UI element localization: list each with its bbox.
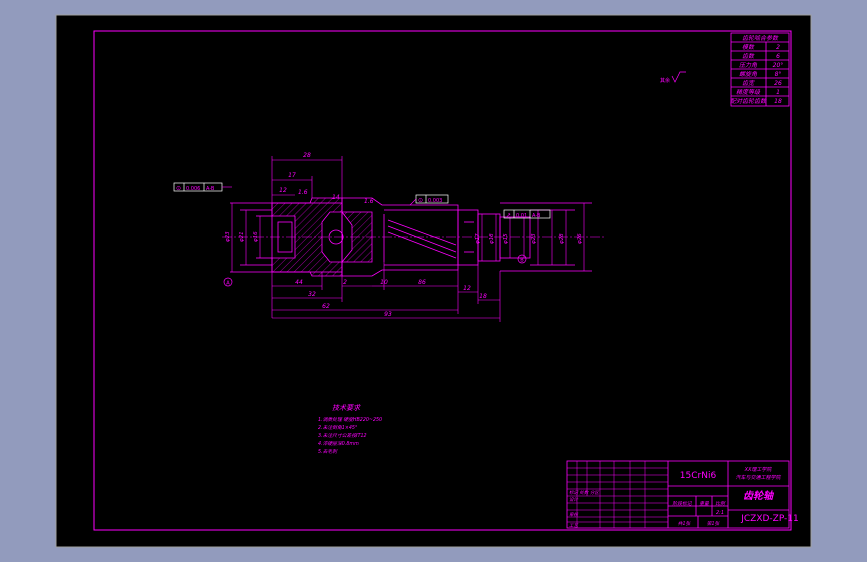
title-row-label: 设计 xyxy=(569,497,578,503)
dim-diameter: φ23 xyxy=(225,231,231,242)
param-value: 1 xyxy=(776,89,780,96)
param-value: 26 xyxy=(774,80,782,87)
svg-text:↗: ↗ xyxy=(506,212,511,219)
dim-length: 44 xyxy=(295,279,303,286)
dim-length: 18 xyxy=(479,293,487,300)
svg-text:⊙: ⊙ xyxy=(418,197,423,204)
dim-length: 28 xyxy=(303,152,311,159)
param-value: 2 xyxy=(776,44,780,51)
scale-value: 2:1 xyxy=(716,510,724,516)
cad-drawing-viewport[interactable]: 齿轮啮合参数 模数 2 齿数 6 压力角 20° 螺旋角 8° 齿宽 26 精度… xyxy=(0,0,867,562)
param-name: 螺旋角 xyxy=(739,70,758,78)
scale-label: 比例 xyxy=(715,500,726,507)
drawing-name: 齿轮轴 xyxy=(743,490,775,502)
params-header: 齿轮啮合参数 xyxy=(742,34,779,42)
dim-length: 32 xyxy=(308,291,316,298)
svg-text:A-B: A-B xyxy=(206,186,215,192)
school-name: XX理工学院 xyxy=(744,466,773,473)
svg-text:A: A xyxy=(226,281,230,287)
title-row-label: 标记 处数 分区 xyxy=(569,490,600,496)
param-name: 配对齿轮齿数 xyxy=(730,97,767,105)
dim-length: 14 xyxy=(332,194,340,201)
dim-diameter: φ16 xyxy=(253,231,259,242)
dim-length: 12 xyxy=(279,187,287,194)
dim-length: 93 xyxy=(384,311,392,318)
svg-text:B: B xyxy=(520,258,524,264)
sheet-number: 第1张 xyxy=(707,520,721,527)
drawing-number: JCZXD-ZP-11 xyxy=(740,514,799,524)
dim-length: 86 xyxy=(418,279,426,286)
dim-diameter: φ17 xyxy=(475,233,481,244)
param-value: 6 xyxy=(776,53,780,60)
svg-text:其余: 其余 xyxy=(660,77,670,84)
roughness-value: 1.6 xyxy=(298,189,308,196)
dim-diameter: φ15 xyxy=(503,233,509,244)
dim-diameter: φ28 xyxy=(559,233,565,244)
svg-text:0.01: 0.01 xyxy=(516,213,527,219)
dim-length: 17 xyxy=(288,172,296,179)
tech-req-item: 5.去毛刺 xyxy=(318,448,338,455)
param-name: 精度等级 xyxy=(736,88,761,96)
school-subname: 汽车与交通工程学院 xyxy=(735,474,781,481)
stage-label: 阶段标记 xyxy=(672,500,692,507)
tech-req-title: 技术要求 xyxy=(332,404,361,412)
param-value: 8° xyxy=(775,71,782,78)
drawing-paper xyxy=(55,14,812,548)
tech-req-item: 4.淬硬层深0.8mm xyxy=(318,440,359,447)
svg-text:⊙: ⊙ xyxy=(176,185,181,192)
weight-label: 重量 xyxy=(699,501,710,507)
title-row-label: 工艺 xyxy=(569,523,579,529)
dim-diameter: φ23 xyxy=(531,233,537,244)
dim-diameter: φ18 xyxy=(489,233,495,244)
svg-text:0.006: 0.006 xyxy=(186,186,200,192)
param-name: 模数 xyxy=(742,43,755,51)
dim-diameter: φ26 xyxy=(577,233,583,244)
tech-req-item: 3.未注尺寸公差按IT12 xyxy=(318,432,367,439)
dim-length: 12 xyxy=(463,285,471,292)
svg-text:A-B: A-B xyxy=(532,213,541,219)
title-row-label: 审核 xyxy=(569,512,579,518)
dim-length: 62 xyxy=(322,303,330,310)
dim-length: 10 xyxy=(380,279,388,286)
param-name: 齿数 xyxy=(742,52,755,60)
param-value: 20° xyxy=(773,62,784,69)
param-name: 齿宽 xyxy=(742,79,755,87)
param-value: 18 xyxy=(774,98,782,105)
roughness-value: 1.6 xyxy=(364,198,374,205)
tech-req-item: 1.调质处理 硬度HB220~250 xyxy=(318,416,382,423)
dim-diameter: φ21 xyxy=(239,231,245,242)
material: 15CrNi6 xyxy=(680,471,717,481)
param-name: 压力角 xyxy=(739,61,758,69)
tech-req-item: 2.未注倒角1×45° xyxy=(318,424,357,431)
sheet-total: 共1张 xyxy=(678,521,692,527)
svg-text:0.003: 0.003 xyxy=(428,198,442,204)
dim-length: 2 xyxy=(343,279,347,286)
